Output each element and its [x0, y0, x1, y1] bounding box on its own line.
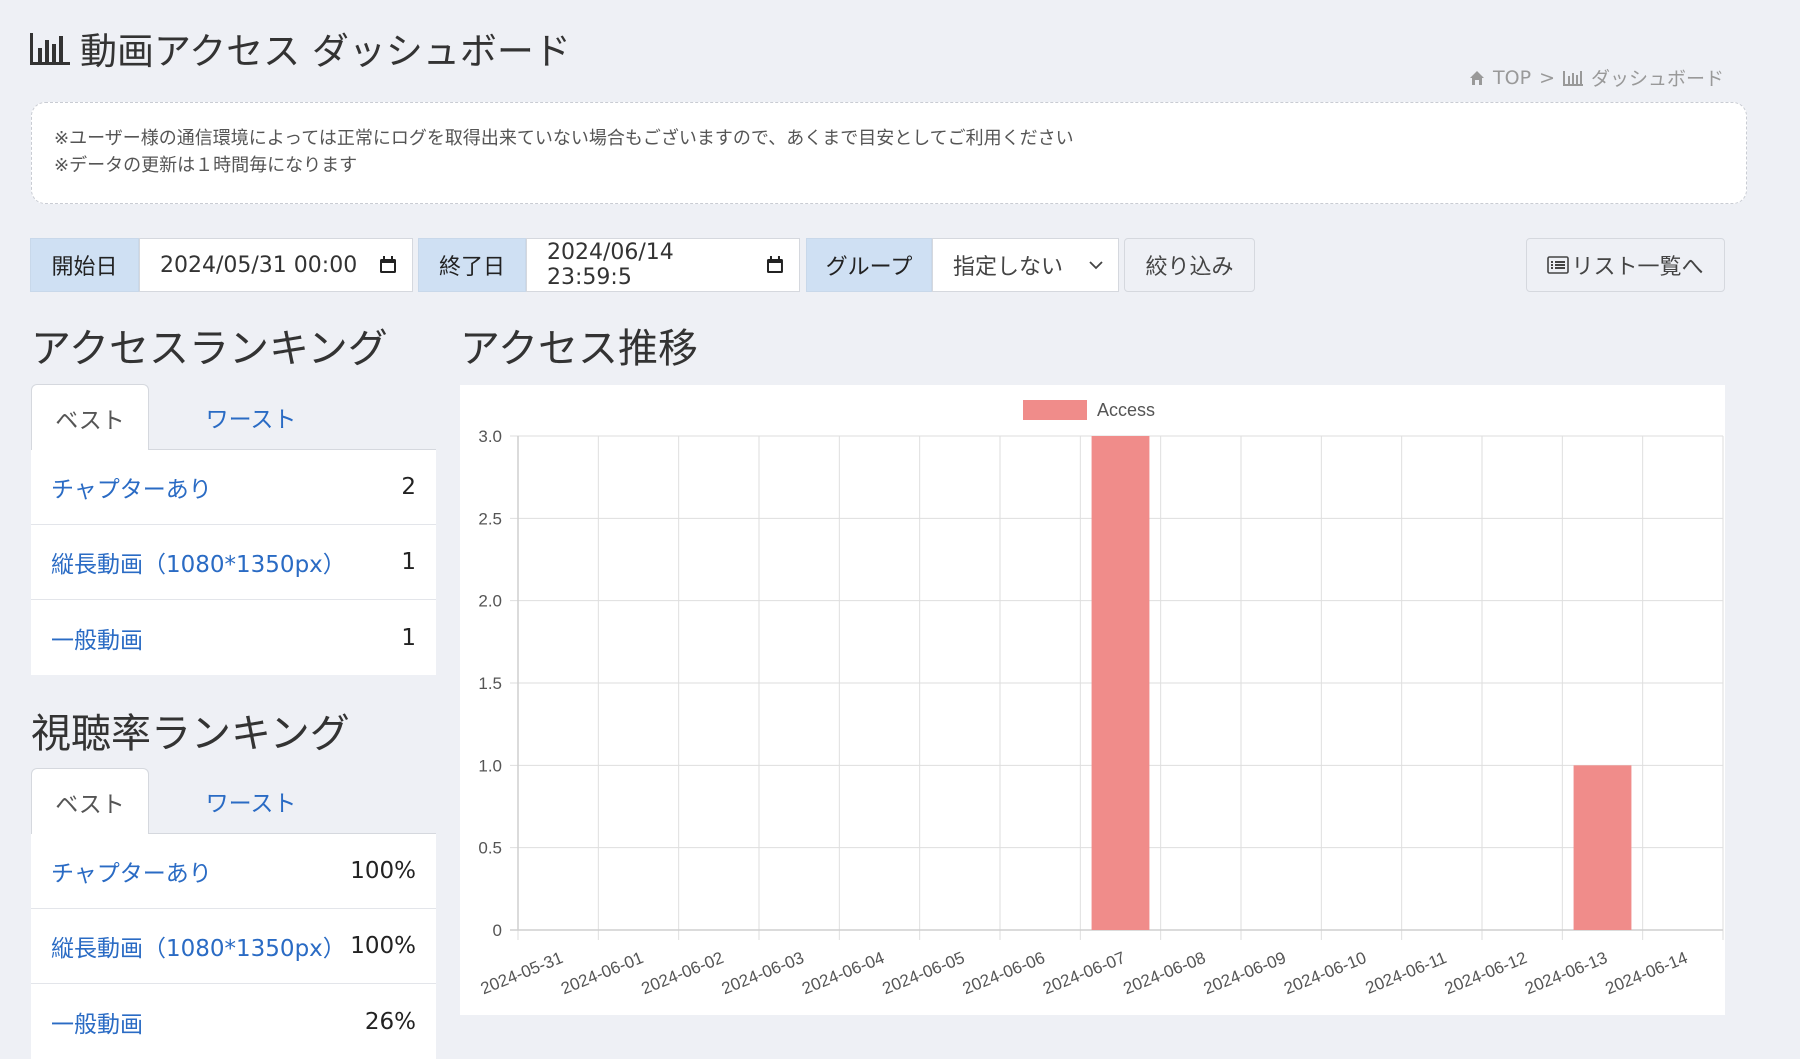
end-date-input[interactable]: 2024/06/14 23:59:5 — [526, 238, 800, 292]
access-ranking-tabs: ベスト ワースト — [31, 384, 436, 450]
access-trend-chart: Access 0 0.5 1.0 1.5 2.0 2.5 3.0 2024-05-31 2024-… — [460, 385, 1725, 1015]
legend-label: Access — [1097, 400, 1155, 420]
breadcrumb: TOP > ダッシュボード — [1469, 64, 1724, 91]
breadcrumb-home-link[interactable]: TOP — [1493, 67, 1531, 89]
x-tick-label: 2024-06-08 — [1121, 948, 1209, 998]
ranking-item-link[interactable]: 一般動画 — [51, 621, 143, 655]
page-title: 動画アクセス ダッシュボード — [30, 22, 571, 74]
group-select-group: グループ 指定しない — [806, 238, 1119, 292]
y-tick-label: 2.0 — [478, 592, 502, 611]
end-date-label: 終了日 — [418, 238, 526, 292]
ranking-item-value: 26% — [364, 1008, 416, 1035]
ranking-item-link[interactable]: 縦長動画（1080*1350px） — [51, 929, 346, 963]
notice-box: ※ユーザー様の通信環境によっては正常にログを取得出来ていない場合もございますので… — [31, 102, 1747, 204]
ranking-item-value: 100% — [350, 858, 416, 884]
start-date-value: 2024/05/31 00:00 — [160, 252, 358, 278]
y-tick-label: 0.5 — [478, 839, 502, 858]
x-tick-label: 2024-06-02 — [639, 948, 727, 998]
tab-access-best[interactable]: ベスト — [31, 384, 149, 450]
ranking-item-value: 100% — [350, 933, 416, 959]
ranking-item-link[interactable]: チャプターあり — [51, 854, 212, 888]
group-label: グループ — [806, 238, 932, 292]
list-item: チャプターあり 100% — [31, 834, 436, 909]
x-tick-label: 2024-06-13 — [1522, 948, 1610, 998]
calendar-icon[interactable] — [378, 255, 398, 275]
access-trend-title: アクセス推移 — [460, 326, 698, 372]
view-ranking-title: 視聴率ランキング — [31, 711, 350, 757]
view-ranking-list: チャプターあり 100% 縦長動画（1080*1350px） 100% 一般動画… — [31, 834, 436, 1059]
x-tick-label: 2024-06-03 — [719, 948, 807, 998]
end-date-group: 終了日 2024/06/14 23:59:5 — [418, 238, 800, 292]
list-item: 一般動画 1 — [31, 600, 436, 675]
list-view-button[interactable]: リスト一覧へ — [1526, 238, 1725, 292]
y-tick-label: 1.5 — [478, 674, 502, 693]
list-view-button-label: リスト一覧へ — [1571, 255, 1704, 280]
x-tick-label: 2024-06-14 — [1603, 948, 1691, 998]
ranking-item-value: 1 — [401, 549, 416, 575]
filter-button[interactable]: 絞り込み — [1124, 238, 1255, 292]
calendar-icon[interactable] — [765, 255, 785, 275]
legend-swatch — [1023, 400, 1087, 420]
access-ranking-title: アクセスランキング — [31, 326, 388, 372]
x-tick-label: 2024-06-07 — [1040, 948, 1128, 998]
breadcrumb-separator: > — [1539, 66, 1555, 89]
chart-svg: Access00.51.01.52.02.53.02024-05-312024-… — [478, 400, 1724, 998]
list-item: 縦長動画（1080*1350px） 100% — [31, 909, 436, 984]
list-item: チャプターあり 2 — [31, 450, 436, 525]
start-date-group: 開始日 2024/05/31 00:00 — [30, 238, 413, 292]
x-tick-label: 2024-06-01 — [558, 948, 646, 998]
x-tick-label: 2024-05-31 — [478, 948, 566, 998]
tab-access-worst[interactable]: ワースト — [149, 384, 353, 450]
ranking-item-value: 1 — [401, 624, 416, 651]
start-date-input[interactable]: 2024/05/31 00:00 — [139, 238, 413, 292]
notice-line-2: ※データの更新は１時間毎になります — [54, 155, 358, 176]
bar — [1091, 436, 1150, 930]
ranking-item-link[interactable]: 縦長動画（1080*1350px） — [51, 545, 346, 579]
list-icon — [1547, 256, 1570, 274]
tab-view-worst[interactable]: ワースト — [149, 768, 353, 834]
x-tick-label: 2024-06-11 — [1363, 948, 1450, 998]
x-tick-label: 2024-06-05 — [880, 948, 968, 998]
page-title-text: 動画アクセス ダッシュボード — [80, 30, 571, 73]
view-ranking-tabs: ベスト ワースト — [31, 768, 436, 834]
x-tick-label: 2024-06-12 — [1442, 948, 1530, 998]
breadcrumb-current: ダッシュボード — [1590, 68, 1724, 90]
bar-chart-icon — [1562, 70, 1583, 86]
end-date-value: 2024/06/14 23:59:5 — [547, 240, 674, 290]
x-tick-label: 2024-06-04 — [799, 948, 887, 998]
list-item: 一般動画 26% — [31, 984, 436, 1059]
y-tick-label: 3.0 — [478, 427, 502, 446]
list-item: 縦長動画（1080*1350px） 1 — [31, 525, 436, 600]
x-tick-label: 2024-06-09 — [1201, 948, 1289, 998]
start-date-label: 開始日 — [30, 238, 139, 292]
home-icon — [1470, 70, 1485, 85]
access-ranking-list: チャプターあり 2 縦長動画（1080*1350px） 1 一般動画 1 — [31, 450, 436, 675]
y-tick-label: 1.0 — [478, 756, 502, 775]
chevron-down-icon — [1089, 261, 1103, 270]
group-select-value: 指定しない — [953, 255, 1064, 280]
x-tick-label: 2024-06-10 — [1281, 948, 1369, 998]
bar — [1573, 765, 1632, 930]
group-select[interactable]: 指定しない — [932, 238, 1119, 292]
ranking-item-link[interactable]: チャプターあり — [51, 470, 212, 504]
bar-chart-icon — [30, 31, 70, 65]
y-tick-label: 2.5 — [478, 509, 502, 528]
x-tick-label: 2024-06-06 — [960, 948, 1048, 998]
tab-view-best[interactable]: ベスト — [31, 768, 149, 834]
ranking-item-link[interactable]: 一般動画 — [51, 1005, 143, 1039]
notice-line-1: ※ユーザー様の通信環境によっては正常にログを取得出来ていない場合もございますので… — [54, 128, 1074, 149]
ranking-item-value: 2 — [401, 474, 416, 500]
y-tick-label: 0 — [493, 921, 502, 940]
